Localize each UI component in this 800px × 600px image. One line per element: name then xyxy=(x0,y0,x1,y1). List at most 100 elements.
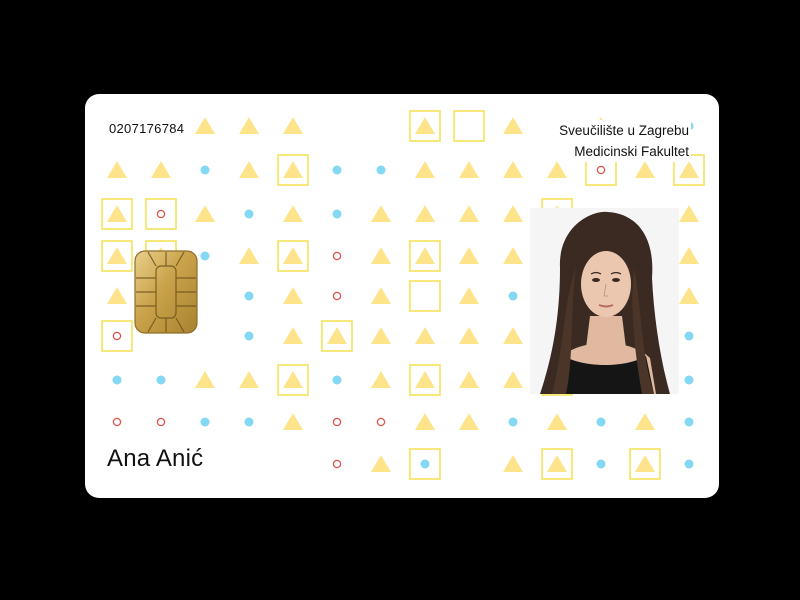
triangle-mark xyxy=(371,287,391,304)
dot-mark xyxy=(200,251,210,261)
dot-mark xyxy=(420,459,430,469)
triangle-mark xyxy=(415,117,435,134)
triangle-mark xyxy=(503,371,523,388)
dot-mark xyxy=(156,375,166,385)
triangle-mark xyxy=(283,117,303,134)
square-mark xyxy=(145,198,177,230)
triangle-mark xyxy=(107,161,127,178)
triangle-mark xyxy=(503,117,523,134)
triangle-mark xyxy=(283,287,303,304)
triangle-mark xyxy=(503,161,523,178)
portrait-photo xyxy=(530,208,679,394)
dot-mark xyxy=(376,165,386,175)
square-mark xyxy=(101,320,133,352)
dot-mark xyxy=(508,291,518,301)
triangle-mark xyxy=(459,371,479,388)
square-mark xyxy=(409,280,441,312)
triangle-mark xyxy=(679,161,699,178)
triangle-mark xyxy=(459,205,479,222)
smart-card-chip-icon xyxy=(134,250,198,334)
triangle-mark xyxy=(239,371,259,388)
dot-mark xyxy=(596,417,606,427)
triangle-mark xyxy=(415,371,435,388)
dot-mark xyxy=(684,331,694,341)
triangle-mark xyxy=(239,161,259,178)
triangle-mark xyxy=(371,455,391,472)
dot-mark xyxy=(112,375,122,385)
ring-mark xyxy=(156,209,166,219)
triangle-mark xyxy=(547,161,567,178)
ring-mark xyxy=(332,291,342,301)
triangle-mark xyxy=(459,413,479,430)
dot-mark xyxy=(244,209,254,219)
ring-mark xyxy=(376,417,386,427)
triangle-mark xyxy=(239,117,259,134)
ring-mark xyxy=(332,459,342,469)
triangle-mark xyxy=(283,413,303,430)
institution-block: Sveučilište u Zagrebu Medicinski Fakulte… xyxy=(557,120,691,162)
dot-mark xyxy=(332,209,342,219)
triangle-mark xyxy=(503,205,523,222)
id-card: 0207176784 Sveučilište u Zagrebu Medicin… xyxy=(85,94,719,498)
dot-mark xyxy=(332,375,342,385)
dot-mark xyxy=(244,417,254,427)
dot-mark xyxy=(684,459,694,469)
dot-mark xyxy=(332,165,342,175)
ring-mark xyxy=(112,331,122,341)
triangle-mark xyxy=(547,413,567,430)
triangle-mark xyxy=(635,161,655,178)
dot-mark xyxy=(244,331,254,341)
id-number: 0207176784 xyxy=(107,121,187,136)
triangle-mark xyxy=(151,161,171,178)
triangle-mark xyxy=(415,413,435,430)
triangle-mark xyxy=(371,247,391,264)
triangle-mark xyxy=(283,247,303,264)
triangle-mark xyxy=(547,455,567,472)
triangle-mark xyxy=(503,247,523,264)
square-mark xyxy=(453,110,485,142)
triangle-mark xyxy=(679,287,699,304)
triangle-mark xyxy=(239,247,259,264)
triangle-mark xyxy=(503,327,523,344)
triangle-mark xyxy=(107,287,127,304)
triangle-mark xyxy=(195,371,215,388)
ring-mark xyxy=(156,417,166,427)
triangle-mark xyxy=(415,247,435,264)
dot-mark xyxy=(684,417,694,427)
triangle-mark xyxy=(371,371,391,388)
dot-mark xyxy=(508,417,518,427)
triangle-mark xyxy=(283,371,303,388)
dot-mark xyxy=(244,291,254,301)
triangle-mark xyxy=(415,205,435,222)
triangle-mark xyxy=(283,161,303,178)
triangle-mark xyxy=(459,247,479,264)
dot-mark xyxy=(200,417,210,427)
triangle-mark xyxy=(415,327,435,344)
triangle-mark xyxy=(459,327,479,344)
triangle-mark xyxy=(283,205,303,222)
ring-mark xyxy=(112,417,122,427)
triangle-mark xyxy=(459,161,479,178)
triangle-mark xyxy=(107,247,127,264)
triangle-mark xyxy=(371,205,391,222)
triangle-mark xyxy=(371,327,391,344)
dot-mark xyxy=(596,459,606,469)
holder-name: Ana Anić xyxy=(107,445,204,472)
triangle-mark xyxy=(283,327,303,344)
dot-mark xyxy=(200,165,210,175)
ring-mark xyxy=(332,251,342,261)
triangle-mark xyxy=(415,161,435,178)
triangle-mark xyxy=(195,205,215,222)
triangle-mark xyxy=(459,287,479,304)
dot-mark xyxy=(684,375,694,385)
triangle-mark xyxy=(195,117,215,134)
triangle-mark xyxy=(679,247,699,264)
institution-line-2: Medicinski Fakultet xyxy=(557,141,691,162)
triangle-mark xyxy=(635,413,655,430)
ring-mark xyxy=(596,165,606,175)
triangle-mark xyxy=(107,205,127,222)
triangle-mark xyxy=(635,455,655,472)
triangle-mark xyxy=(327,327,347,344)
institution-line-1: Sveučilište u Zagrebu xyxy=(557,120,691,141)
triangle-mark xyxy=(503,455,523,472)
